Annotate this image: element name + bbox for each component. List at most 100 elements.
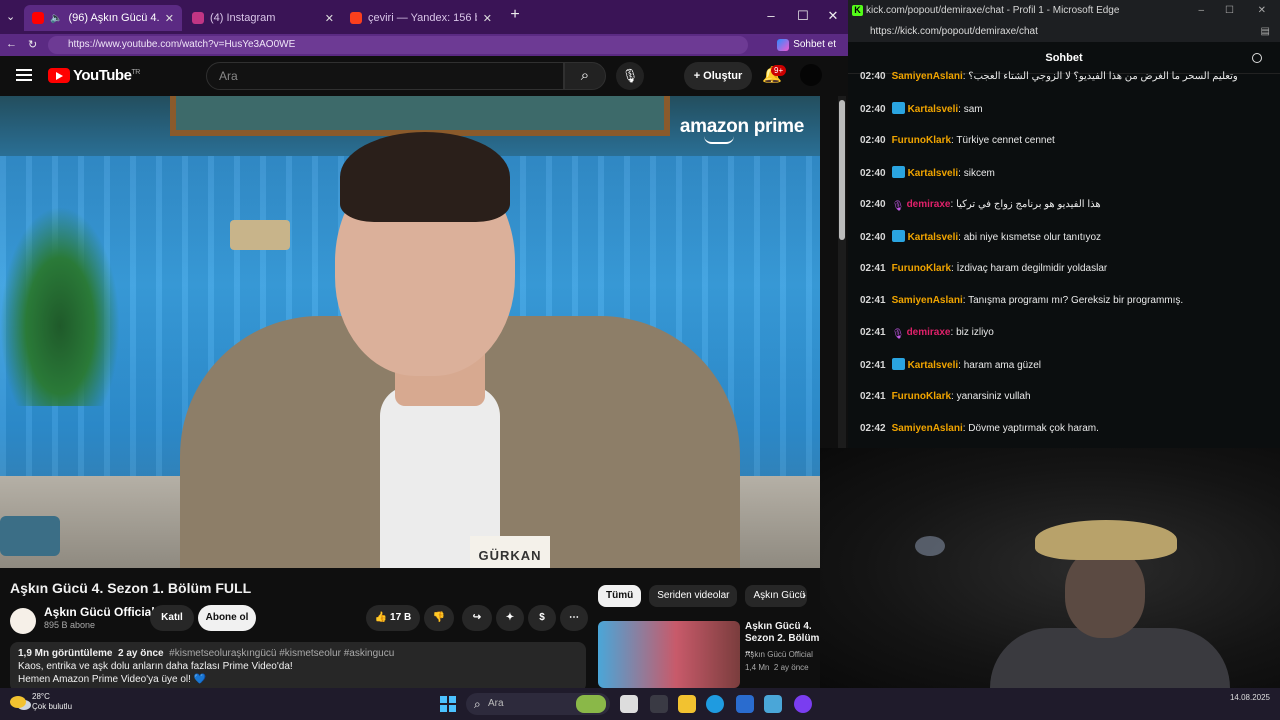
file-explorer-icon[interactable] bbox=[678, 695, 696, 713]
create-button[interactable]: + Oluştur bbox=[684, 62, 752, 90]
taskbar-app-icon[interactable] bbox=[650, 695, 668, 713]
recommended-views: 1,4 Mn bbox=[745, 663, 770, 672]
channel-name[interactable]: Aşkın Gücü Official bbox=[44, 605, 155, 619]
tab-strip: ⌄ 🔈 (96) Aşkın Gücü 4. Sezon 1. Bö ✕ (4)… bbox=[0, 0, 848, 34]
chat-message: 02:41 FurunoKlark: İzdivaç haram degilmid… bbox=[860, 262, 1280, 276]
search-button[interactable]: ⌕ bbox=[564, 62, 606, 90]
chat-username[interactable]: FurunoKlark bbox=[892, 391, 951, 402]
thanks-button[interactable]: $ bbox=[528, 605, 556, 631]
chat-message: 02:41 Kartalsveli: haram ama güzel bbox=[860, 358, 1280, 373]
like-button[interactable]: 👍 17 B bbox=[366, 605, 420, 631]
kick-url-text: https://kick.com/popout/demiraxe/chat bbox=[870, 26, 1038, 37]
tab-yandex[interactable]: çeviri — Yandex: 156 bin sonuç bu ✕ bbox=[342, 5, 500, 31]
tab-close-icon[interactable]: ✕ bbox=[165, 12, 174, 25]
minimize-button[interactable]: – bbox=[1198, 0, 1204, 22]
chip-askin-gucu[interactable]: Aşkın Gücü bbox=[745, 585, 808, 607]
refresh-icon[interactable]: ↻ bbox=[28, 38, 37, 51]
video-player[interactable]: GÜRKAN amazon prime bbox=[0, 96, 820, 568]
store-icon[interactable] bbox=[736, 695, 754, 713]
chip-series-videos[interactable]: Seriden videolar bbox=[649, 585, 738, 607]
chat-text: هذا الفيديو هو برنامج زواج في تركيا bbox=[956, 199, 1101, 210]
chat-message: 02:41 FurunoKlark: yanarsiniz vullah bbox=[860, 390, 1280, 404]
recommended-video-thumbnail[interactable] bbox=[598, 621, 740, 688]
chat-username[interactable]: SamiyenAslani bbox=[892, 423, 963, 434]
chat-text: sam bbox=[963, 104, 983, 115]
hashtags[interactable]: #kismetseoluraşkıngücü #kismetseolur #as… bbox=[169, 648, 394, 659]
mail-icon[interactable] bbox=[764, 695, 782, 713]
chat-username[interactable]: demiraxe bbox=[907, 199, 951, 210]
back-arrow-icon[interactable]: ← bbox=[6, 38, 17, 50]
chat-username[interactable]: SamiyenAslani bbox=[892, 71, 963, 82]
windows-start-icon[interactable] bbox=[440, 696, 456, 712]
close-window-button[interactable]: ✕ bbox=[824, 8, 842, 24]
task-view-icon[interactable] bbox=[620, 695, 638, 713]
description-line: Hemen Amazon Prime Video'ya üye ol! 💙 bbox=[18, 674, 207, 685]
join-button[interactable]: Katıl bbox=[150, 605, 194, 631]
description-box[interactable]: 1,9 Mn görüntüleme 2 ay önce #kismetseol… bbox=[10, 642, 586, 688]
tab-instagram[interactable]: (4) Instagram ✕ bbox=[184, 5, 342, 31]
microphone-icon: 🎙 bbox=[621, 68, 639, 83]
menu-icon[interactable] bbox=[16, 69, 32, 81]
subscriber-badge-icon bbox=[891, 358, 905, 370]
tab-list-chevron-icon[interactable]: ⌄ bbox=[6, 10, 15, 23]
chat-text: Dövme yaptırmak çok haram. bbox=[968, 423, 1099, 434]
chat-timestamp: 02:41 bbox=[860, 263, 886, 274]
webcam-overlay bbox=[820, 448, 1280, 688]
weather-widget[interactable]: 28°C Çok bulutlu bbox=[10, 692, 72, 712]
reader-mode-icon[interactable]: ▤ bbox=[1261, 22, 1270, 42]
voice-search-button[interactable]: 🎙 bbox=[616, 62, 644, 90]
subscriber-badge-icon bbox=[891, 102, 905, 114]
video-title: Aşkın Gücü 4. Sezon 1. Bölüm FULL bbox=[10, 580, 252, 596]
maximize-button[interactable]: ☐ bbox=[1225, 0, 1234, 22]
tab-close-icon[interactable]: ✕ bbox=[483, 12, 492, 25]
speaker-icon[interactable]: 🔈 bbox=[50, 13, 62, 24]
chat-username[interactable]: Kartalsveli bbox=[908, 104, 959, 115]
youtube-logo[interactable]: YouTubeTR bbox=[48, 67, 140, 84]
chat-message: 02:41 🎙 demiraxe: biz izliyo bbox=[860, 326, 1280, 340]
chat-username[interactable]: Kartalsveli bbox=[908, 360, 959, 371]
amazon-smile-icon bbox=[704, 136, 734, 144]
dislike-button[interactable]: 👎 bbox=[424, 605, 454, 631]
chat-text: Tanışma programı mı? Gereksiz bir progra… bbox=[968, 295, 1184, 306]
taskbar-date: 14.08.2025 bbox=[1229, 693, 1270, 702]
chat-username[interactable]: FurunoKlark bbox=[892, 135, 951, 146]
more-actions-button[interactable]: ⋯ bbox=[560, 605, 588, 631]
tab-youtube[interactable]: 🔈 (96) Aşkın Gücü 4. Sezon 1. Bö ✕ bbox=[24, 5, 182, 31]
kick-url-field[interactable]: https://kick.com/popout/demiraxe/chat ▤ bbox=[848, 22, 1280, 42]
minimize-button[interactable]: – bbox=[762, 8, 780, 23]
maximize-button[interactable]: ☐ bbox=[794, 8, 812, 24]
chat-timestamp: 02:41 bbox=[860, 360, 886, 371]
kick-window-title: kick.com/popout/demiraxe/chat - Profil 1… bbox=[866, 5, 1120, 16]
channel-avatar[interactable] bbox=[10, 608, 36, 634]
chat-username[interactable]: FurunoKlark bbox=[892, 263, 951, 274]
chat-username[interactable]: SamiyenAslani bbox=[892, 295, 963, 306]
new-tab-button[interactable]: + bbox=[506, 6, 524, 24]
chat-message: 02:40 Kartalsveli: abi niye kısmetse olur… bbox=[860, 230, 1280, 245]
copilot-label: Sohbet et bbox=[793, 39, 836, 50]
chevron-right-icon[interactable]: › bbox=[802, 588, 806, 602]
ask-ai-button[interactable]: ✦ bbox=[496, 605, 524, 631]
share-button[interactable]: ↪ bbox=[462, 605, 492, 631]
tab-close-icon[interactable]: ✕ bbox=[325, 12, 334, 25]
tab-label: çeviri — Yandex: 156 bin sonuç bu bbox=[368, 12, 477, 24]
sparkle-icon: ✦ bbox=[505, 612, 515, 623]
search-input[interactable]: Ara bbox=[206, 62, 564, 90]
system-tray-clock[interactable]: 14.08.2025 bbox=[1230, 692, 1270, 703]
video-scene-frame bbox=[170, 96, 670, 136]
scrollbar-thumb[interactable] bbox=[839, 100, 845, 240]
chat-username[interactable]: Kartalsveli bbox=[908, 168, 959, 179]
chat-username[interactable]: Kartalsveli bbox=[908, 232, 959, 243]
chat-users-icon[interactable] bbox=[1252, 53, 1262, 63]
notification-count-badge: 9+ bbox=[771, 65, 787, 76]
obs-icon[interactable] bbox=[794, 695, 812, 713]
subscribe-button[interactable]: Abone ol bbox=[198, 605, 256, 631]
chat-username[interactable]: demiraxe bbox=[907, 327, 951, 338]
url-field[interactable]: https://www.youtube.com/watch?v=HusYe3AO… bbox=[48, 36, 748, 54]
close-window-button[interactable]: ✕ bbox=[1258, 0, 1266, 22]
edge-browser-icon[interactable] bbox=[706, 695, 724, 713]
copilot-chat-button[interactable]: Sohbet et bbox=[771, 36, 842, 54]
chat-message: 02:40 🎙 demiraxe: هذا الفيديو هو برنامج زو… bbox=[860, 198, 1280, 212]
search-highlight-icon[interactable] bbox=[576, 695, 606, 713]
account-avatar[interactable] bbox=[800, 64, 822, 86]
chip-all[interactable]: Tümü bbox=[598, 585, 642, 607]
